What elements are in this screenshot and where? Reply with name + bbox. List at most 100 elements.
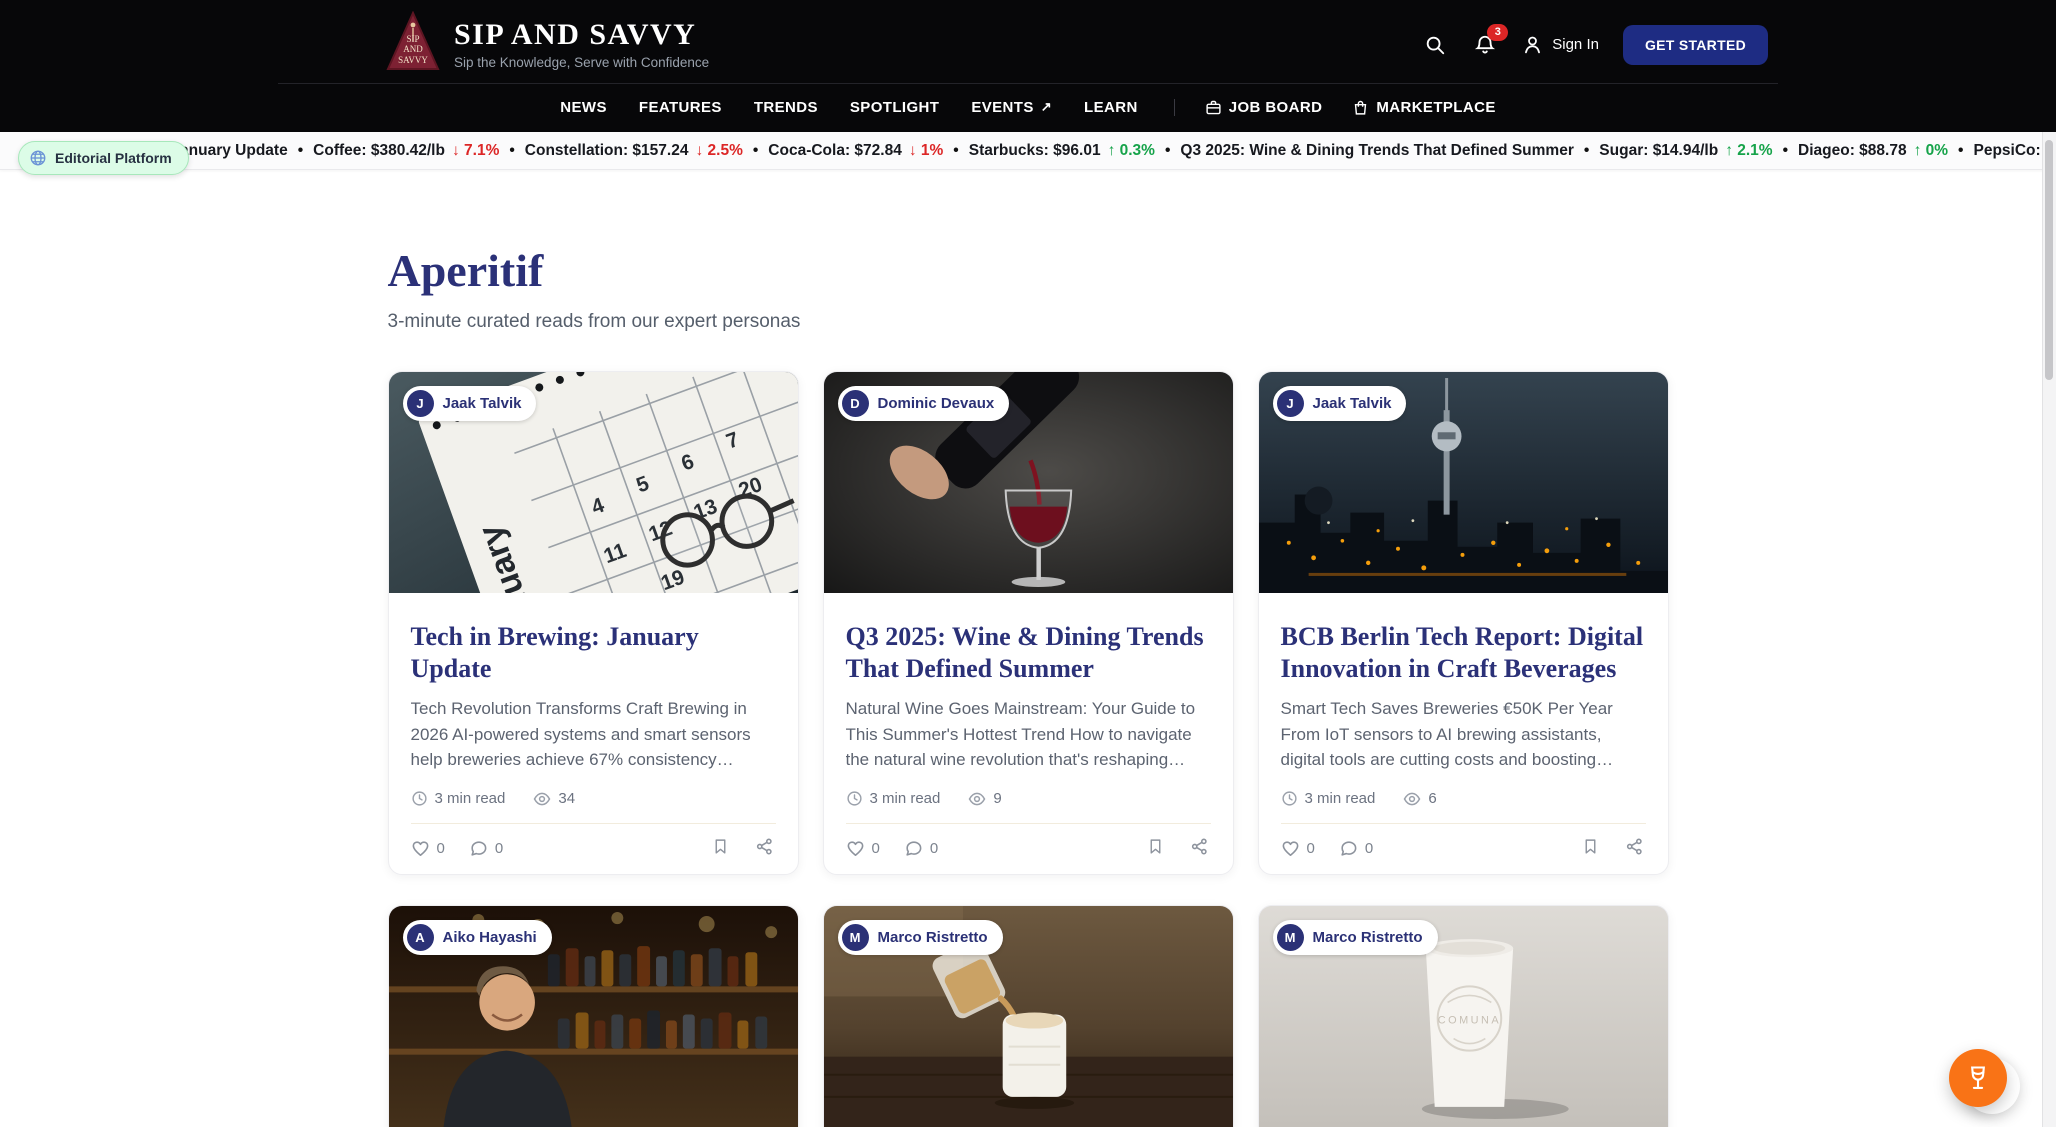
nav-item-spotlight[interactable]: SPOTLIGHT (850, 99, 939, 116)
share-button[interactable] (1190, 837, 1209, 860)
card-body: Q3 2025: Wine & Dining Trends That Defin… (824, 593, 1233, 874)
comment-button[interactable]: 0 (904, 839, 938, 858)
ticker-item-label: Coffee: $380.42/lb (313, 142, 445, 160)
nav-item-trends[interactable]: TRENDS (754, 99, 818, 116)
author-badge[interactable]: A Aiko Hayashi (403, 920, 552, 955)
search-button[interactable] (1422, 32, 1448, 58)
ticker-separator: • (1165, 142, 1170, 159)
read-time: 3 min read (411, 790, 506, 807)
nav-item-events[interactable]: EVENTS↗ (971, 99, 1052, 116)
author-badge[interactable]: J Jaak Talvik (403, 386, 537, 421)
bookmark-icon (712, 837, 729, 856)
bookmark-button[interactable] (712, 837, 729, 860)
tools-nav: JOB BOARD MARKETPLACE (1174, 99, 1496, 116)
card-image: COMUNA M Marco Ristretto (1259, 906, 1668, 1127)
scrollbar-thumb[interactable] (2045, 140, 2053, 380)
article-card[interactable]: January 456 111213 19720 J Jaak Talvik T… (388, 371, 799, 875)
nav-item-learn[interactable]: LEARN (1084, 99, 1138, 116)
page: SIP AND SAVVY SIP AND SAVVY Sip the Know… (0, 0, 2056, 1127)
comment-button[interactable]: 0 (1339, 839, 1373, 858)
ticker-item[interactable]: Q3 2025: Wine & Dining Trends That Defin… (1180, 142, 1573, 160)
author-name: Dominic Devaux (878, 395, 995, 412)
nav-item-news[interactable]: NEWS (560, 99, 607, 116)
svg-text:COMUNA: COMUNA (1437, 1014, 1500, 1026)
share-button[interactable] (755, 837, 774, 860)
article-card[interactable]: M Marco Ristretto Coffee Meets Cocktails… (823, 905, 1234, 1127)
card-actions (1147, 837, 1211, 860)
ticker-item[interactable]: Coffee: $380.42/lb ↓ 7.1% (313, 142, 499, 160)
main-nav: NEWSFEATURESTRENDSSPOTLIGHTEVENTS↗LEARN … (0, 84, 2056, 130)
nav-item-marketplace[interactable]: MARKETPLACE (1352, 99, 1495, 116)
ticker-item[interactable]: Starbucks: $96.01↑ 0.3% (969, 142, 1155, 160)
share-button[interactable] (1625, 837, 1644, 860)
card-image: M Marco Ristretto (824, 906, 1233, 1127)
assistant-fab-button[interactable] (1949, 1049, 2007, 1107)
comment-icon (1339, 839, 1358, 858)
ticker-item[interactable]: Sugar: $14.94/lb↑ 2.1% (1599, 142, 1772, 160)
ticker-item-label: Q3 2025: Wine & Dining Trends That Defin… (1180, 142, 1573, 160)
get-started-button[interactable]: GET STARTED (1623, 25, 1768, 65)
notifications-button[interactable]: 3 (1472, 32, 1498, 58)
card-footer: 0 0 (1281, 824, 1646, 860)
nav-item-features[interactable]: FEATURES (639, 99, 722, 116)
ticker-item-label: Diageo: $88.78 (1798, 142, 1907, 160)
sign-in-button[interactable]: Sign In (1522, 34, 1599, 55)
comment-button[interactable]: 0 (469, 839, 503, 858)
bookmark-button[interactable] (1147, 837, 1164, 860)
ticker-separator: • (953, 142, 958, 159)
brand-logo-link[interactable]: SIP AND SAVVY SIP AND SAVVY Sip the Know… (386, 11, 709, 78)
ticker-item[interactable]: Coca-Cola: $72.84↓ 1% (768, 142, 943, 160)
down-arrow-change: ↓ 7.1% (452, 142, 499, 160)
ticker-track: rewing: January Update•Coffee: $380.42/l… (112, 142, 2056, 160)
author-avatar: A (407, 924, 434, 951)
article-card[interactable]: J Jaak Talvik BCB Berlin Tech Report: Di… (1258, 371, 1669, 875)
external-link-icon: ↗ (1041, 99, 1052, 115)
article-card[interactable]: D Dominic Devaux Q3 2025: Wine & Dining … (823, 371, 1234, 875)
nav-item-job-board[interactable]: JOB BOARD (1205, 99, 1323, 116)
svg-text:AND: AND (403, 44, 423, 54)
eye-icon (968, 790, 986, 808)
cards-grid: January 456 111213 19720 J Jaak Talvik T… (388, 371, 1669, 1127)
article-card[interactable]: A Aiko Hayashi BCB Berlin 2025: Revoluti… (388, 905, 799, 1127)
shopping-bag-icon (1352, 99, 1369, 116)
like-button[interactable]: 0 (846, 839, 880, 858)
card-meta: 3 min read 6 (1281, 790, 1646, 808)
svg-text:SIP: SIP (406, 34, 419, 44)
ticker-item[interactable]: Constellation: $157.24 ↓ 2.5% (525, 142, 743, 160)
share-icon (1625, 837, 1644, 856)
down-arrow-change: ↓ 2.5% (695, 142, 742, 160)
like-button[interactable]: 0 (411, 839, 445, 858)
article-title[interactable]: Q3 2025: Wine & Dining Trends That Defin… (846, 621, 1211, 684)
card-image: January 456 111213 19720 J Jaak Talvik (389, 372, 798, 593)
up-arrow-change: ↑ 2.1% (1725, 142, 1772, 160)
author-name: Marco Ristretto (878, 929, 988, 946)
author-badge[interactable]: J Jaak Talvik (1273, 386, 1407, 421)
page-scrollbar[interactable] (2042, 0, 2056, 1127)
article-title[interactable]: BCB Berlin Tech Report: Digital Innovati… (1281, 621, 1646, 684)
author-badge[interactable]: M Marco Ristretto (1273, 920, 1438, 955)
author-badge[interactable]: M Marco Ristretto (838, 920, 1003, 955)
bookmark-button[interactable] (1582, 837, 1599, 860)
comment-icon (469, 839, 488, 858)
article-title[interactable]: Tech in Brewing: January Update (411, 621, 776, 684)
article-card[interactable]: COMUNA M Marco Ristretto Q3 2025: Coffee… (1258, 905, 1669, 1127)
clock-icon (1281, 790, 1298, 807)
author-badge[interactable]: D Dominic Devaux (838, 386, 1010, 421)
author-avatar: D (842, 390, 869, 417)
ticker-separator: • (753, 142, 758, 159)
svg-text:SAVVY: SAVVY (398, 55, 428, 65)
editorial-platform-badge[interactable]: Editorial Platform (18, 141, 189, 175)
sign-in-label: Sign In (1552, 36, 1599, 53)
like-button[interactable]: 0 (1281, 839, 1315, 858)
heart-icon (1281, 839, 1300, 858)
author-name: Aiko Hayashi (443, 929, 537, 946)
ticker-item[interactable]: Diageo: $88.78↑ 0% (1798, 142, 1948, 160)
author-name: Jaak Talvik (443, 395, 522, 412)
article-excerpt: Natural Wine Goes Mainstream: Your Guide… (846, 696, 1211, 773)
ticker-item-label: Constellation: $157.24 (525, 142, 689, 160)
briefcase-icon (1205, 99, 1222, 116)
card-image: J Jaak Talvik (1259, 372, 1668, 593)
brand-logo-icon: SIP AND SAVVY (386, 11, 440, 78)
share-icon (1190, 837, 1209, 856)
header-actions: 3 Sign In GET STARTED (1422, 25, 1768, 65)
